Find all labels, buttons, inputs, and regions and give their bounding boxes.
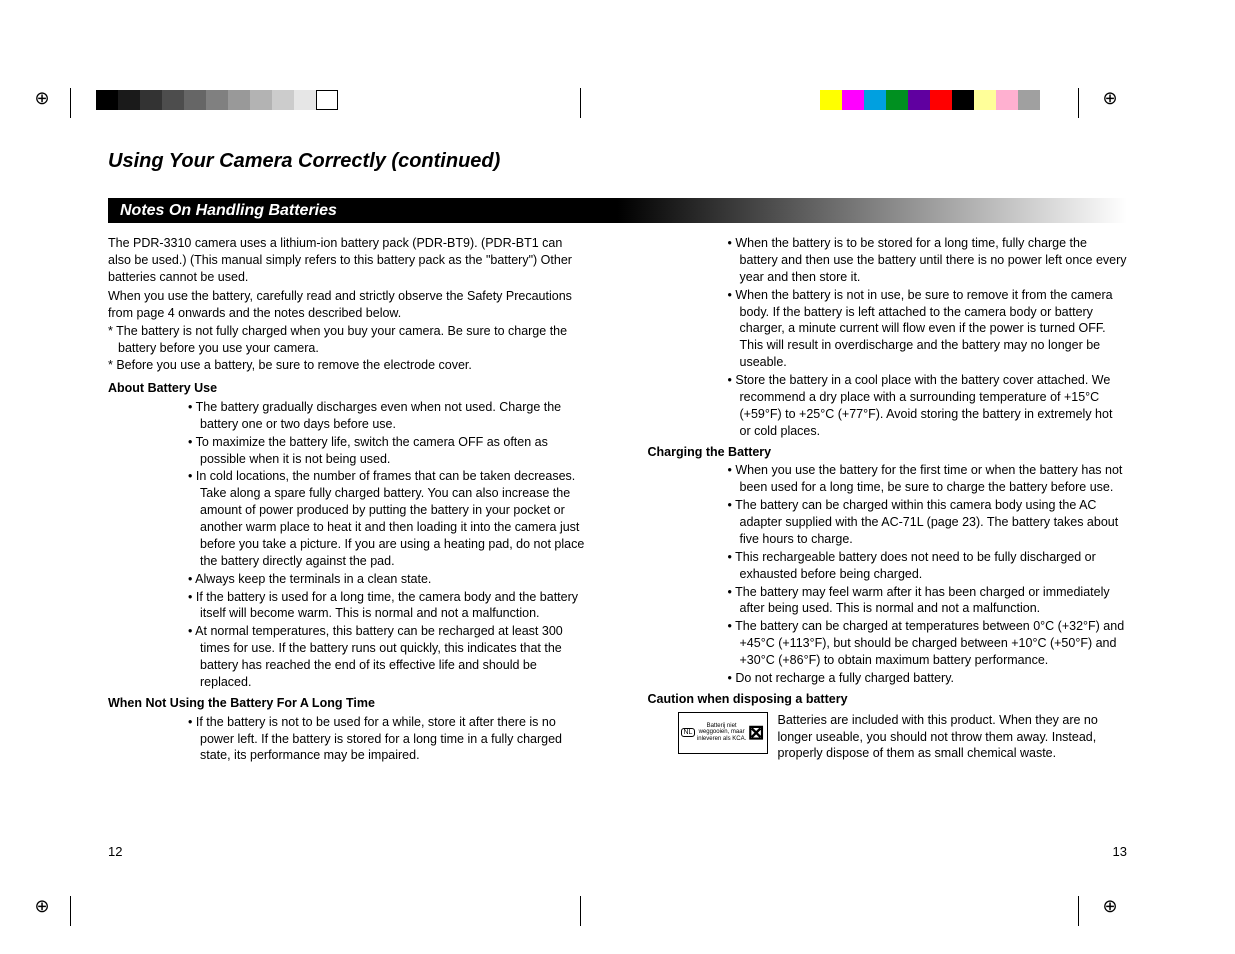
about-bullets: The battery gradually discharges even wh… — [108, 399, 588, 691]
intro-text: The PDR-3310 camera uses a lithium-ion b… — [108, 235, 588, 286]
list-item: Do not recharge a fully charged battery. — [728, 670, 1128, 687]
charging-heading: Charging the Battery — [648, 444, 1128, 461]
disposal-icon: NL Batterij niet weggooien, maar inlever… — [678, 712, 768, 754]
longtime-bullets: If the battery is not to be used for a w… — [108, 714, 588, 765]
list-item: If the battery is used for a long time, … — [188, 589, 588, 623]
registration-mark-icon — [1100, 896, 1120, 916]
center-divider — [580, 896, 581, 926]
list-item: At normal temperatures, this battery can… — [188, 623, 588, 691]
list-item: The battery may feel warm after it has b… — [728, 584, 1128, 618]
list-item: In cold locations, the number of frames … — [188, 468, 588, 569]
list-item: Always keep the terminals in a clean sta… — [188, 571, 588, 588]
intro-text: When you use the battery, carefully read… — [108, 288, 588, 322]
list-item: This rechargeable battery does not need … — [728, 549, 1128, 583]
page-number-right: 13 — [1113, 844, 1127, 859]
star-note: Before you use a battery, be sure to rem… — [108, 357, 588, 374]
disposal-icon-text: Batterij niet weggooien, maar inleveren … — [695, 723, 747, 743]
star-notes: The battery is not fully charged when yo… — [108, 323, 588, 374]
registration-mark-icon — [1100, 88, 1120, 108]
about-heading: About Battery Use — [108, 380, 588, 397]
grayscale-swatches — [96, 90, 338, 110]
list-item: Store the battery in a cool place with t… — [728, 372, 1128, 440]
section-banner: Notes On Handling Batteries — [108, 198, 1127, 223]
nl-badge: NL — [681, 728, 696, 738]
caution-heading: Caution when disposing a battery — [648, 691, 1128, 708]
registration-mark-icon — [32, 88, 52, 108]
crop-line — [1078, 88, 1079, 118]
disposal-block: NL Batterij niet weggooien, maar inlever… — [648, 712, 1128, 763]
crop-line — [70, 896, 71, 926]
disposal-text: Batteries are included with this product… — [778, 712, 1128, 763]
color-swatches — [820, 90, 1040, 110]
list-item: The battery gradually discharges even wh… — [188, 399, 588, 433]
list-item: When the battery is not in use, be sure … — [728, 287, 1128, 371]
star-note: The battery is not fully charged when yo… — [108, 323, 588, 357]
charging-bullets: When you use the battery for the first t… — [648, 462, 1128, 686]
list-item: If the battery is not to be used for a w… — [188, 714, 588, 765]
crop-marks-top — [0, 88, 1235, 118]
center-divider — [580, 88, 581, 118]
page-title: Using Your Camera Correctly (continued) — [108, 150, 1127, 173]
right-column: When the battery is to be stored for a l… — [648, 235, 1128, 765]
crop-line — [1078, 896, 1079, 926]
no-trash-icon: ⊠ — [748, 722, 765, 744]
list-item: When the battery is to be stored for a l… — [728, 235, 1128, 286]
longtime-bullets-continued: When the battery is to be stored for a l… — [648, 235, 1128, 440]
left-column: The PDR-3310 camera uses a lithium-ion b… — [108, 235, 588, 765]
page-number-left: 12 — [108, 844, 122, 859]
page-content: Using Your Camera Correctly (continued) … — [108, 150, 1127, 765]
list-item: The battery can be charged at temperatur… — [728, 618, 1128, 669]
registration-mark-icon — [32, 896, 52, 916]
list-item: The battery can be charged within this c… — [728, 497, 1128, 548]
list-item: When you use the battery for the first t… — [728, 462, 1128, 496]
longtime-heading: When Not Using the Battery For A Long Ti… — [108, 695, 588, 712]
crop-marks-bottom — [0, 896, 1235, 926]
list-item: To maximize the battery life, switch the… — [188, 434, 588, 468]
crop-line — [70, 88, 71, 118]
